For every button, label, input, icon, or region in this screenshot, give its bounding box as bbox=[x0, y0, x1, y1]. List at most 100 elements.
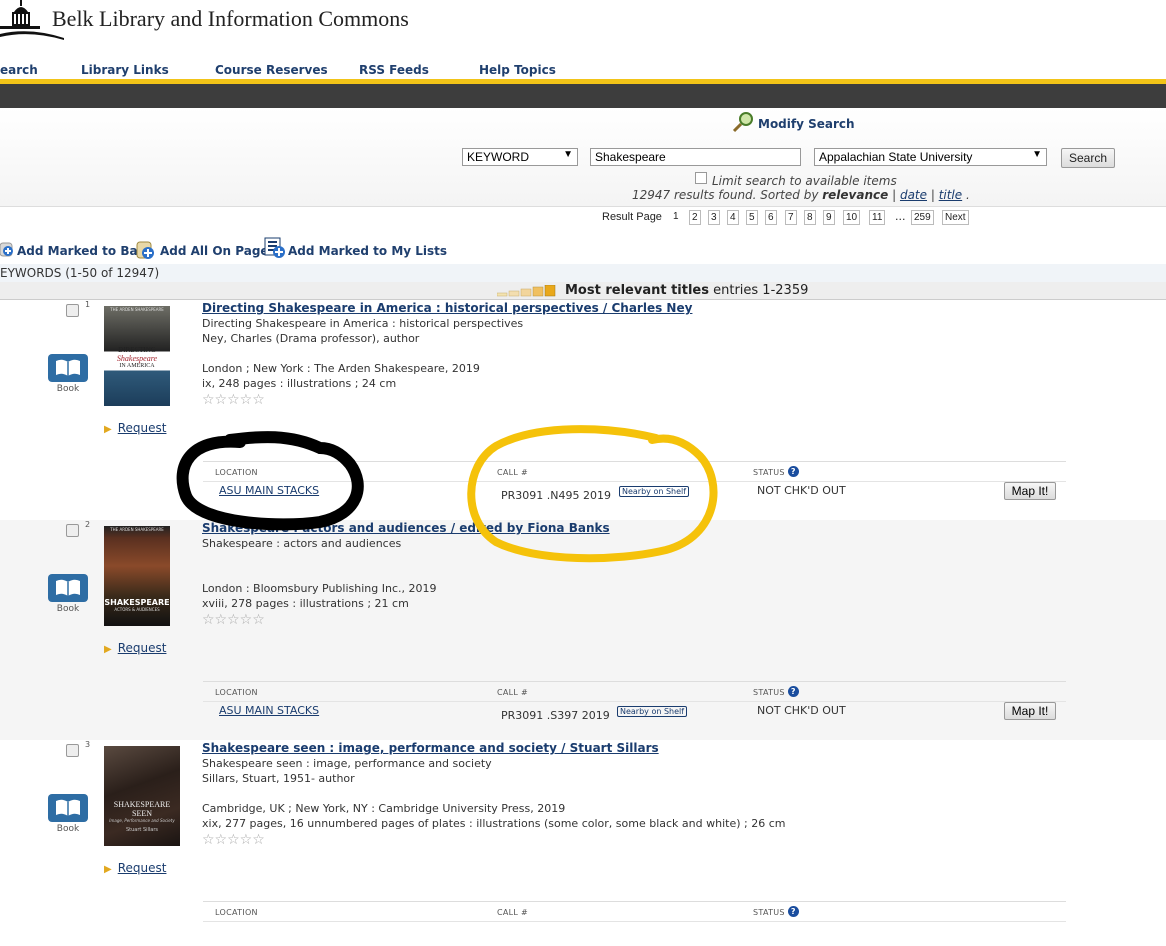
nav-search[interactable]: earch bbox=[0, 63, 38, 77]
record-author: Ney, Charles (Drama professor), author bbox=[202, 332, 420, 345]
call-header: CALL # bbox=[497, 908, 529, 917]
page-link[interactable]: 9 bbox=[823, 210, 835, 225]
record-publisher: London ; New York : The Arden Shakespear… bbox=[202, 362, 480, 375]
page-last-link[interactable]: 259 bbox=[911, 210, 934, 225]
status-header: STATUS? bbox=[753, 686, 799, 697]
nav-course-reserves[interactable]: Course Reserves bbox=[215, 63, 328, 77]
location-link[interactable]: ASU MAIN STACKS bbox=[219, 704, 319, 717]
page-link[interactable]: 11 bbox=[869, 210, 886, 225]
book-cover[interactable]: THE ARDEN SHAKESPEARE SHAKESPEARE ACTORS… bbox=[104, 526, 170, 626]
help-icon[interactable]: ? bbox=[787, 466, 799, 477]
search-index-value: KEYWORD bbox=[467, 150, 530, 164]
format-label: Book bbox=[56, 384, 80, 394]
location-header: LOCATION bbox=[215, 908, 258, 917]
nav-library-links[interactable]: Library Links bbox=[81, 63, 169, 77]
search-query-input[interactable]: Shakespeare bbox=[590, 148, 801, 166]
book-icon bbox=[48, 574, 88, 602]
book-cover[interactable]: SHAKESPEARE SEEN Image, Performance and … bbox=[104, 746, 180, 846]
status-header-label: STATUS bbox=[753, 688, 785, 697]
request-link[interactable]: ▶ Request bbox=[104, 421, 166, 435]
add-marked-to-lists[interactable]: Add Marked to My Lists bbox=[264, 237, 447, 258]
page-link[interactable]: 3 bbox=[708, 210, 720, 225]
nav-rss-feeds[interactable]: RSS Feeds bbox=[359, 63, 429, 77]
record-subtitle: Directing Shakespeare in America : histo… bbox=[202, 317, 524, 330]
dropdown-arrow-icon: ▼ bbox=[1032, 149, 1042, 160]
mark-checkbox[interactable] bbox=[66, 304, 79, 317]
request-link[interactable]: ▶ Request bbox=[104, 641, 166, 655]
search-scope-select[interactable]: Appalachian State University ▼ bbox=[814, 148, 1047, 166]
add-all-label: Add All On Page bbox=[160, 244, 269, 258]
library-title[interactable]: Belk Library and Information Commons bbox=[52, 6, 409, 32]
rating-stars[interactable]: ☆☆☆☆☆ bbox=[202, 612, 265, 628]
divider bbox=[203, 701, 1066, 702]
mark-checkbox[interactable] bbox=[66, 524, 79, 537]
request-label: Request bbox=[117, 421, 167, 435]
modify-search-link[interactable]: Modify Search bbox=[758, 117, 855, 131]
map-it-button[interactable]: Map It! bbox=[1004, 482, 1056, 500]
record-publisher: London : Bloomsbury Publishing Inc., 201… bbox=[202, 582, 437, 595]
cover-text: Shakespeare bbox=[116, 354, 158, 363]
call-header: CALL # bbox=[497, 688, 529, 697]
page-link[interactable]: 5 bbox=[746, 210, 758, 225]
limit-available-label: Limit search to available items bbox=[712, 174, 897, 188]
rating-stars[interactable]: ☆☆☆☆☆ bbox=[202, 832, 265, 848]
relevance-heading: Most relevant titles entries 1-2359 bbox=[565, 283, 808, 298]
map-it-button[interactable]: Map It! bbox=[1004, 702, 1056, 720]
record-extent: xviii, 278 pages : illustrations ; 21 cm bbox=[202, 597, 409, 610]
search-button[interactable]: Search bbox=[1061, 148, 1115, 168]
limit-available-checkbox[interactable] bbox=[695, 172, 707, 184]
search-query-value: Shakespeare bbox=[595, 150, 666, 164]
record-extent: ix, 248 pages : illustrations ; 24 cm bbox=[202, 377, 397, 390]
page-current: 1 bbox=[671, 210, 681, 223]
item-status: NOT CHK'D OUT bbox=[757, 484, 846, 497]
help-icon[interactable]: ? bbox=[787, 686, 799, 697]
add-marked-to-bag[interactable]: Add Marked to Bag bbox=[0, 242, 146, 258]
page-link[interactable]: 6 bbox=[765, 210, 777, 225]
search-index-select[interactable]: KEYWORD ▼ bbox=[462, 148, 578, 166]
request-label: Request bbox=[117, 641, 167, 655]
page-link[interactable]: 7 bbox=[785, 210, 797, 225]
cover-text: SHAKESPEARE bbox=[104, 598, 170, 607]
cover-text: Stuart Sillars bbox=[125, 827, 159, 833]
page-link[interactable]: 4 bbox=[727, 210, 739, 225]
record-number: 1 bbox=[85, 300, 91, 309]
record-number: 3 bbox=[85, 740, 91, 749]
status-header-label: STATUS bbox=[753, 468, 785, 477]
record-title-link[interactable]: Directing Shakespeare in America : histo… bbox=[202, 301, 692, 315]
add-all-on-page[interactable]: Add All On Page bbox=[135, 241, 269, 259]
book-cover[interactable]: THE ARDEN SHAKESPEARE DIRECTING Shakespe… bbox=[104, 306, 170, 406]
request-link[interactable]: ▶ Request bbox=[104, 861, 166, 875]
cover-text: DIRECTING bbox=[118, 346, 156, 354]
record-extent: xix, 277 pages, 16 unnumbered pages of p… bbox=[202, 817, 786, 830]
rating-stars[interactable]: ☆☆☆☆☆ bbox=[202, 392, 265, 408]
record-author: Sillars, Stuart, 1951- author bbox=[202, 772, 355, 785]
record-title-link[interactable]: Shakespeare seen : image, performance an… bbox=[202, 741, 659, 755]
sort-title-link[interactable]: title bbox=[939, 188, 962, 202]
cover-text: THE ARDEN SHAKESPEARE bbox=[110, 527, 164, 532]
sort-date-link[interactable]: date bbox=[900, 188, 927, 202]
relevance-bars-icon bbox=[497, 285, 556, 297]
book-icon bbox=[48, 354, 88, 382]
nearby-on-shelf-button[interactable]: Nearby on Shelf bbox=[617, 706, 688, 717]
status-header: STATUS? bbox=[753, 466, 799, 477]
page-link[interactable]: 2 bbox=[689, 210, 701, 225]
summary-prefix: 12947 results found. Sorted by bbox=[632, 188, 823, 202]
record-subtitle: Shakespeare : actors and audiences bbox=[202, 537, 402, 550]
status-header: STATUS? bbox=[753, 906, 799, 917]
page-next-link[interactable]: Next bbox=[942, 210, 969, 225]
cover-text: SHAKESPEARE bbox=[113, 800, 171, 809]
page-link[interactable]: 10 bbox=[843, 210, 861, 225]
search-scope-value: Appalachian State University bbox=[819, 150, 973, 164]
help-icon[interactable]: ? bbox=[787, 906, 799, 917]
holdings-table: LOCATION CALL # STATUS? ASU MAIN STACKS … bbox=[203, 681, 1066, 726]
summary-separator: | bbox=[927, 188, 939, 202]
results-summary: 12947 results found. Sorted by relevance… bbox=[632, 188, 970, 202]
nav-help-topics[interactable]: Help Topics bbox=[479, 63, 556, 77]
request-arrow-icon: ▶ bbox=[104, 424, 112, 435]
sort-relevance: relevance bbox=[822, 188, 889, 202]
cover-text: THE ARDEN SHAKESPEARE bbox=[110, 307, 164, 312]
record-subtitle: Shakespeare seen : image, performance an… bbox=[202, 757, 492, 770]
page-link[interactable]: 8 bbox=[804, 210, 816, 225]
mark-checkbox[interactable] bbox=[66, 744, 79, 757]
magnifier-icon[interactable] bbox=[732, 111, 756, 133]
